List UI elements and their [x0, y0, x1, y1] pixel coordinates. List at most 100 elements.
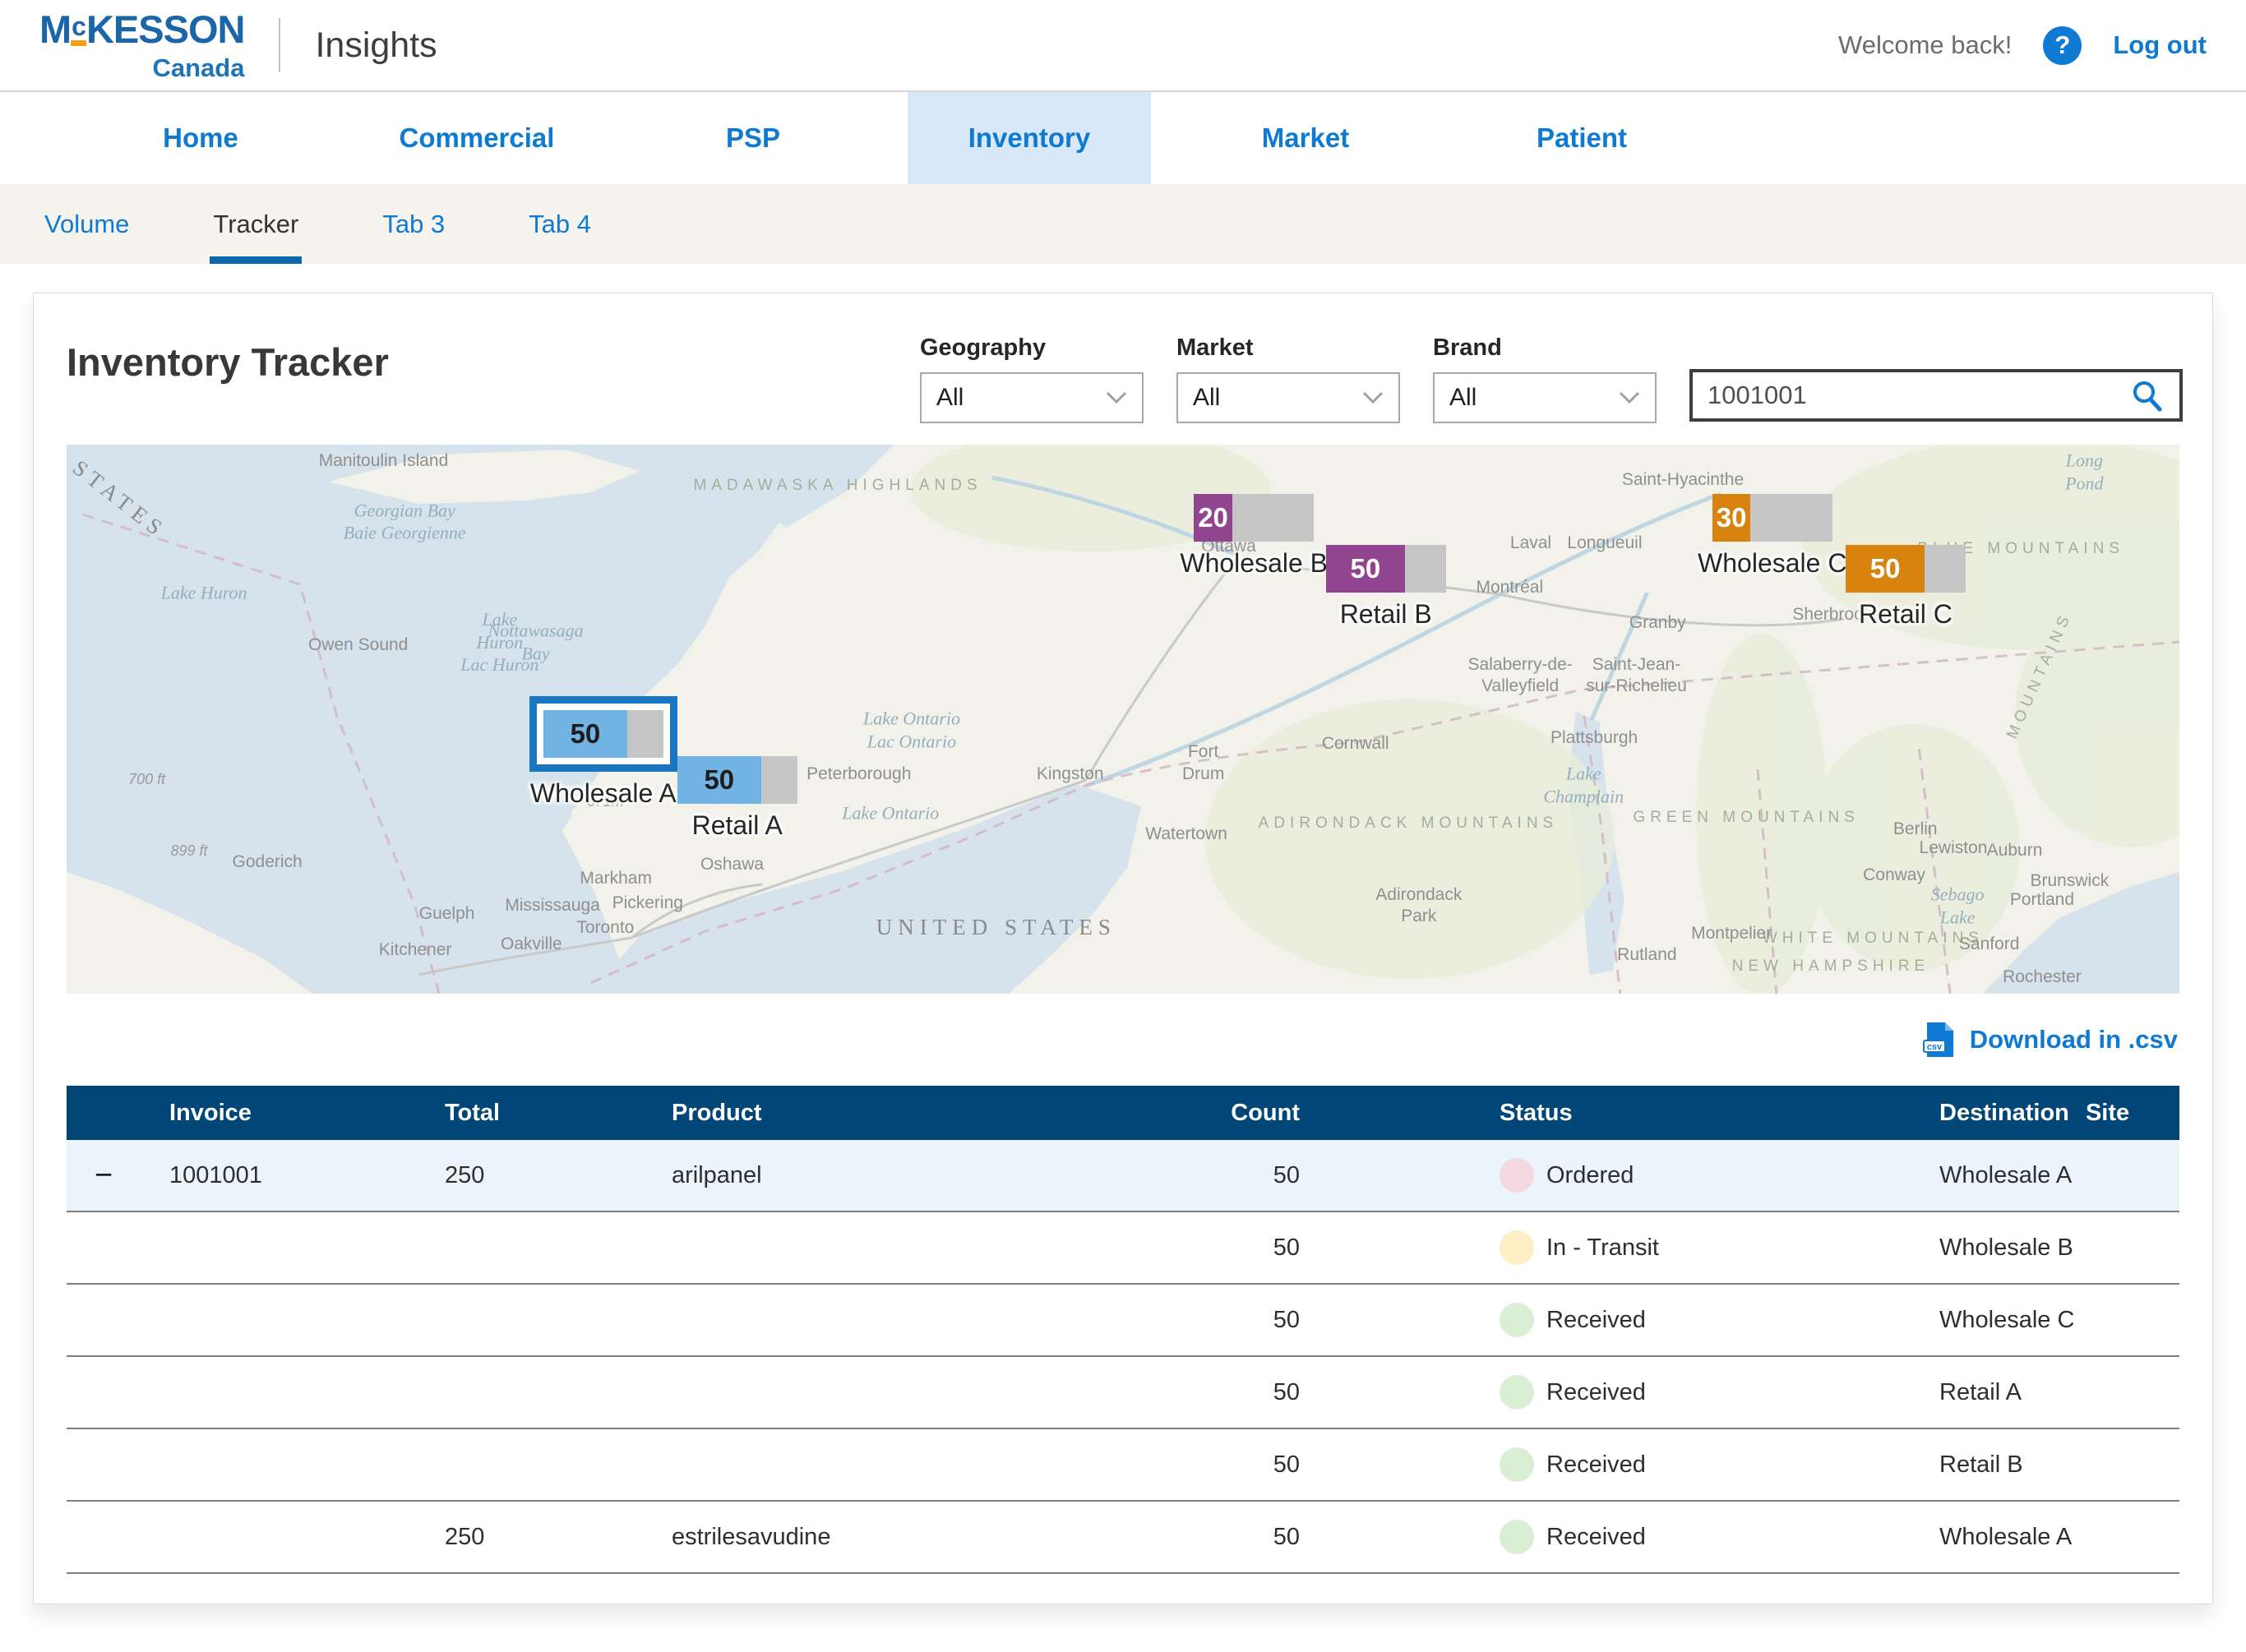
- marker-bar: 50: [1326, 545, 1446, 593]
- secondary-nav: Volume Tracker Tab 3 Tab 4: [0, 184, 2246, 264]
- nav-item-patient[interactable]: Patient: [1460, 92, 1703, 184]
- app-header: McKESSON Canada Insights Welcome back! ?…: [0, 0, 2246, 92]
- table-row: 50ReceivedRetail B: [67, 1429, 2179, 1502]
- mckesson-logo[interactable]: McKESSON Canada: [39, 10, 244, 81]
- status-dot: [1500, 1230, 1534, 1265]
- status-label: In - Transit: [1546, 1234, 1659, 1262]
- column-header-count: Count: [1193, 1100, 1300, 1127]
- cell-status: Ordered: [1300, 1158, 1768, 1193]
- header-divider: [279, 18, 280, 72]
- marker-label: Retail B: [1340, 599, 1432, 630]
- panel-title: Inventory Tracker: [67, 339, 389, 445]
- status-dot: [1500, 1447, 1534, 1482]
- csv-file-icon: csv: [1922, 1021, 1957, 1059]
- cell-status: Received: [1300, 1520, 1768, 1554]
- map-background: [67, 445, 2179, 994]
- marker-value: 50: [1326, 545, 1405, 593]
- marker-label: Wholesale B: [1180, 548, 1328, 579]
- marker-bar: 20: [1194, 494, 1314, 542]
- marker-bar: 50: [677, 756, 797, 804]
- cell-destination-site: Wholesale B: [1768, 1234, 2179, 1262]
- status-label: Received: [1546, 1524, 1646, 1551]
- cell-destination-site: Retail A: [1768, 1379, 2179, 1406]
- column-header-total: Total: [371, 1100, 593, 1127]
- search-icon[interactable]: [2128, 377, 2165, 413]
- marker-bar: 50: [1846, 545, 1966, 593]
- table-row: 50 Received Retail A: [67, 1357, 2179, 1429]
- welcome-text: Welcome back!: [1838, 30, 2012, 60]
- cell-invoice: 1001001: [141, 1162, 371, 1189]
- tab-tab-4[interactable]: Tab 4: [525, 184, 594, 264]
- cell-product: arilpanel: [593, 1162, 1193, 1189]
- cell-status: Received: [1300, 1375, 1768, 1410]
- map-marker-retail-c[interactable]: 50 Retail C: [1846, 545, 1966, 630]
- table-header: InvoiceTotalProductCountStatusDestinatio…: [67, 1086, 2179, 1140]
- cell-destination-site: Wholesale C: [1768, 1307, 2179, 1334]
- market-label: Market: [1176, 335, 1400, 362]
- table-row: 50In - TransitWholesale B: [67, 1212, 2179, 1285]
- tab-tab-3[interactable]: Tab 3: [379, 184, 448, 264]
- cell-count: 50: [1193, 1379, 1300, 1406]
- marker-bar: 50: [543, 710, 663, 758]
- map-marker-wholesale-c[interactable]: 30Wholesale C: [1698, 494, 1846, 579]
- logout-link[interactable]: Log out: [2113, 30, 2207, 60]
- status-dot: [1500, 1375, 1534, 1410]
- map-marker-wholesale-a[interactable]: 50 Wholesale A: [529, 696, 677, 809]
- cell-status: Received: [1300, 1447, 1768, 1482]
- status-dot: [1500, 1158, 1534, 1193]
- marker-selection-outline: 50: [529, 696, 677, 772]
- cell-count: 50: [1193, 1451, 1300, 1479]
- logo-c-orange-underline: c: [71, 13, 86, 46]
- cell-destination-site: Wholesale A: [1768, 1162, 2179, 1189]
- cell-status: In - Transit: [1300, 1230, 1768, 1265]
- filters: Geography All Market All Brand All: [920, 335, 2183, 445]
- row-collapse-toggle[interactable]: −: [67, 1158, 141, 1193]
- inventory-map[interactable]: Manitoulin IslandSTATESLake HuronLake Hu…: [67, 445, 2179, 994]
- column-header-destination-site: Destination Site: [1768, 1100, 2179, 1127]
- geography-label: Geography: [920, 335, 1144, 362]
- cell-count: 50: [1193, 1524, 1300, 1551]
- table-row: 50 Received Wholesale C: [67, 1285, 2179, 1357]
- nav-item-home[interactable]: Home: [79, 92, 322, 184]
- primary-nav: Home Commercial PSP Inventory Market Patient: [0, 92, 2246, 184]
- cell-destination-site: Wholesale A: [1768, 1524, 2179, 1551]
- status-dot: [1500, 1303, 1534, 1337]
- nav-item-psp[interactable]: PSP: [631, 92, 875, 184]
- inventory-tracker-panel: Inventory Tracker Geography All Market A…: [33, 293, 2213, 1604]
- tab-volume[interactable]: Volume: [41, 184, 132, 264]
- geography-select[interactable]: All: [920, 372, 1144, 423]
- logo-canada: Canada: [39, 55, 244, 81]
- marker-bar: 30: [1712, 494, 1832, 542]
- table-row: −1001001250arilpanel50OrderedWholesale A: [67, 1140, 2179, 1212]
- chevron-down-icon: [1619, 391, 1640, 404]
- tab-tracker[interactable]: Tracker: [210, 184, 302, 264]
- status-label: Received: [1546, 1379, 1646, 1406]
- search-input[interactable]: [1708, 381, 2128, 410]
- cell-destination-site: Retail B: [1768, 1451, 2179, 1479]
- column-header-status: Status: [1300, 1100, 1768, 1127]
- nav-item-inventory[interactable]: Inventory: [908, 92, 1151, 184]
- marker-label: Wholesale A: [530, 778, 677, 809]
- cell-count: 50: [1193, 1307, 1300, 1334]
- page-title: Insights: [315, 25, 437, 66]
- download-csv-link[interactable]: csv Download in .csv: [1922, 1021, 2178, 1059]
- cell-status: Received: [1300, 1303, 1768, 1337]
- map-marker-retail-b[interactable]: 50 Retail B: [1326, 545, 1446, 630]
- nav-item-market[interactable]: Market: [1184, 92, 1427, 184]
- brand-select[interactable]: All: [1433, 372, 1657, 423]
- marker-value: 50: [1846, 545, 1925, 593]
- nav-item-commercial[interactable]: Commercial: [355, 92, 598, 184]
- svg-text:csv: csv: [1927, 1042, 1943, 1052]
- marker-label: Retail C: [1859, 599, 1953, 630]
- market-select[interactable]: All: [1176, 372, 1400, 423]
- cell-product: estrilesavudine: [593, 1524, 1193, 1551]
- status-label: Received: [1546, 1307, 1646, 1334]
- map-marker-retail-a[interactable]: 50 Retail A: [677, 756, 797, 841]
- marker-value: 50: [543, 710, 627, 758]
- help-icon[interactable]: ?: [2043, 26, 2082, 65]
- map-marker-wholesale-b[interactable]: 20 Wholesale B: [1180, 494, 1328, 579]
- cell-count: 50: [1193, 1162, 1300, 1189]
- marker-label: Retail A: [692, 810, 783, 841]
- logo-wordmark: McKESSON: [39, 10, 244, 53]
- invoice-search: [1689, 369, 2183, 422]
